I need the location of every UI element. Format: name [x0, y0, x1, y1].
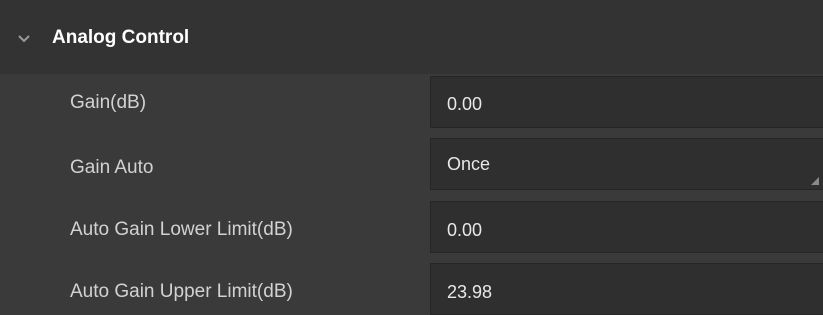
- gain-value: 0.00: [447, 94, 483, 114]
- auto-gain-upper-limit-input[interactable]: 23.98: [430, 263, 823, 315]
- analog-control-group-header[interactable]: Analog Control: [0, 0, 823, 74]
- auto-gain-lower-limit-value: 0.00: [447, 220, 483, 240]
- dropdown-corner-icon: [811, 177, 819, 185]
- property-row-auto-gain-lower-limit: Auto Gain Lower Limit(dB) 0.00: [0, 198, 823, 260]
- gain-auto-dropdown[interactable]: Once: [430, 138, 823, 190]
- property-row-gain: Gain(dB) 0.00: [0, 74, 823, 136]
- property-label-gain: Gain(dB): [70, 92, 147, 113]
- property-label-auto-gain-upper-limit: Auto Gain Upper Limit(dB): [70, 281, 293, 302]
- property-label-gain-auto: Gain Auto: [70, 157, 154, 178]
- auto-gain-lower-limit-input[interactable]: 0.00: [430, 201, 823, 253]
- property-row-gain-auto: Gain Auto Once: [0, 136, 823, 198]
- chevron-down-icon[interactable]: [17, 34, 31, 44]
- auto-gain-upper-limit-value: 23.98: [447, 282, 493, 302]
- property-label-auto-gain-lower-limit: Auto Gain Lower Limit(dB): [70, 219, 293, 240]
- property-panel: Analog Control Gain(dB) 0.00 Gain Auto O…: [0, 0, 823, 315]
- group-title: Analog Control: [52, 27, 190, 48]
- gain-input[interactable]: 0.00: [430, 76, 823, 128]
- gain-auto-selected-value: Once: [447, 154, 491, 174]
- property-row-auto-gain-upper-limit: Auto Gain Upper Limit(dB) 23.98: [0, 260, 823, 315]
